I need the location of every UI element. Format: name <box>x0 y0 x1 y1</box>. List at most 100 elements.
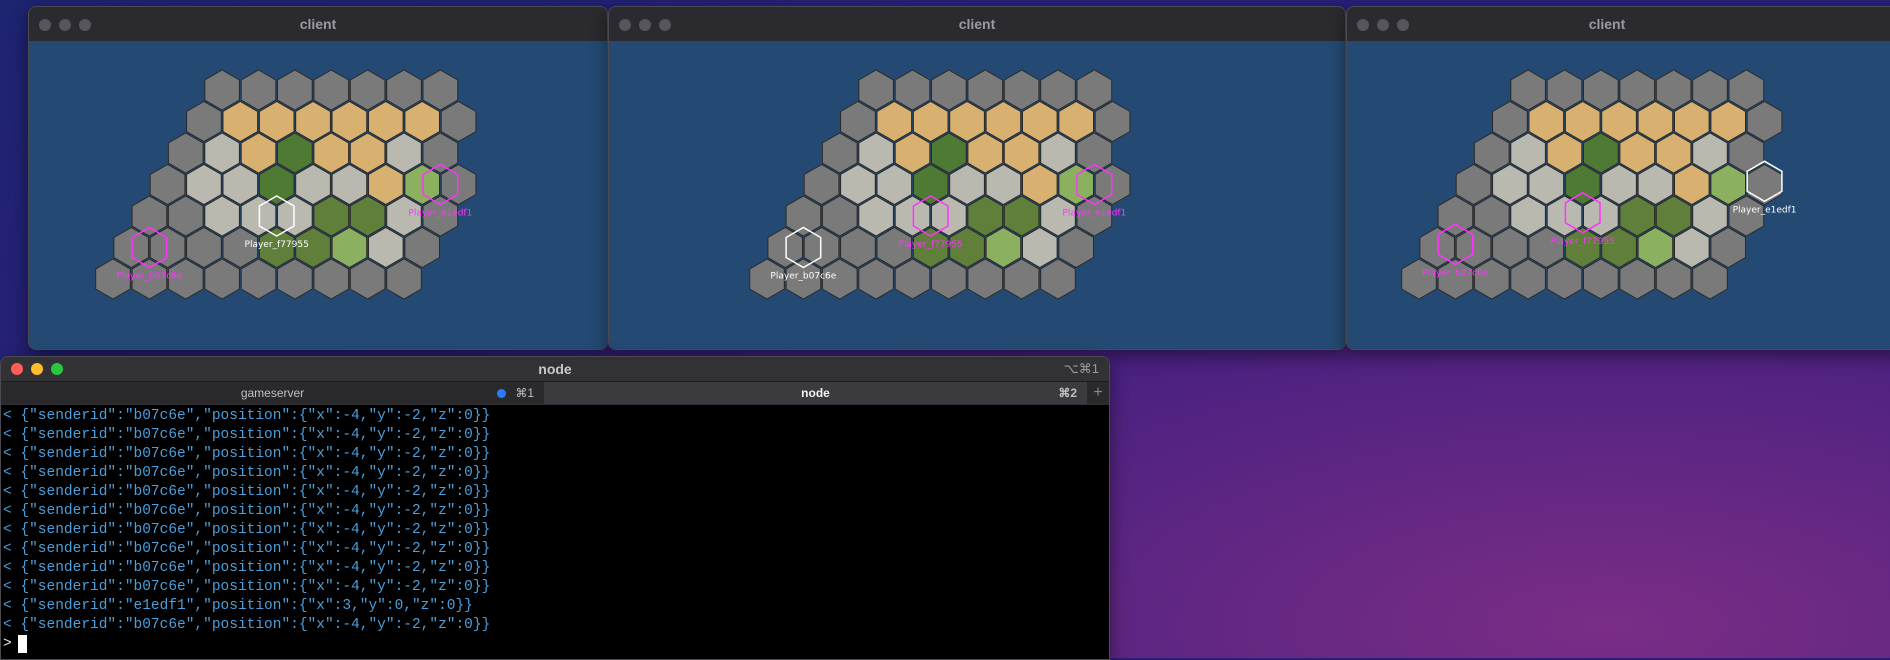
hex-tile[interactable] <box>1546 258 1583 300</box>
hex-tile[interactable] <box>258 100 295 143</box>
hex-tile[interactable] <box>1094 100 1131 143</box>
hex-map-view[interactable]: Player_e1edf1 Player_f77955 Player_b07c6e <box>29 41 607 349</box>
hex-tile[interactable] <box>1546 132 1583 174</box>
hex-map-view[interactable]: Player_e1edf1 Player_f77955 Player_b07c6e <box>1347 41 1890 349</box>
hex-tile[interactable] <box>1728 195 1765 237</box>
close-button[interactable] <box>1357 19 1369 31</box>
hex-tile[interactable] <box>1637 100 1674 143</box>
hex-tile[interactable] <box>985 100 1022 143</box>
hex-tile[interactable] <box>331 163 368 206</box>
hex-tile[interactable] <box>240 195 277 237</box>
hex-tile[interactable] <box>204 69 240 111</box>
terminal-output[interactable]: < {"senderid":"b07c6e","position":{"x":-… <box>1 405 1109 659</box>
hex-tile[interactable] <box>349 258 386 300</box>
hex-tile[interactable] <box>876 163 913 206</box>
hex-tile[interactable] <box>422 132 459 174</box>
hex-tile[interactable] <box>204 258 240 300</box>
hex-tile[interactable] <box>1003 69 1040 111</box>
hex-tile[interactable] <box>386 132 422 174</box>
hex-tile[interactable] <box>1003 258 1040 300</box>
hex-tile[interactable] <box>1003 195 1040 237</box>
hex-tile[interactable] <box>1728 69 1765 111</box>
hex-tile[interactable] <box>349 132 386 174</box>
hex-tile[interactable] <box>313 132 350 174</box>
hex-tile[interactable] <box>1076 132 1113 174</box>
hex-tile[interactable] <box>1619 69 1656 111</box>
hex-tile[interactable] <box>803 163 840 206</box>
hex-tile[interactable] <box>858 258 894 300</box>
hex-tile[interactable] <box>967 132 1004 174</box>
hex-tile[interactable] <box>440 100 477 143</box>
hex-tile[interactable] <box>1546 69 1583 111</box>
hex-tile[interactable] <box>149 163 186 206</box>
close-button[interactable] <box>39 19 51 31</box>
hex-tile[interactable] <box>404 163 440 206</box>
hex-tile[interactable] <box>840 226 876 269</box>
hex-tile[interactable] <box>1637 226 1674 269</box>
hex-tile[interactable] <box>912 163 949 206</box>
hex-tile[interactable] <box>1040 69 1076 111</box>
hex-tile[interactable] <box>1040 132 1076 174</box>
client-window-1[interactable]: client Player_e1edf1 Player_f77955 Player_… <box>28 6 608 350</box>
hex-tile[interactable] <box>240 132 277 174</box>
hex-tile[interactable] <box>1583 258 1619 300</box>
hex-tile[interactable] <box>313 195 350 237</box>
hex-tile[interactable] <box>1492 226 1528 269</box>
hex-tile[interactable] <box>985 163 1022 206</box>
hex-tile[interactable] <box>894 132 931 174</box>
minimize-button[interactable] <box>59 19 71 31</box>
close-button[interactable] <box>619 19 631 31</box>
hex-tile[interactable] <box>803 226 840 269</box>
hex-tile[interactable] <box>931 132 967 174</box>
hex-tile[interactable] <box>1040 258 1076 300</box>
tab-gameserver[interactable]: gameserver ⌘1 <box>1 382 544 404</box>
hex-tile[interactable] <box>1022 100 1058 143</box>
terminal-titlebar[interactable]: node ⌥⌘1 <box>1 357 1109 381</box>
hex-tile[interactable] <box>1637 163 1674 206</box>
hex-tile[interactable] <box>149 226 186 269</box>
hex-tile[interactable] <box>1528 226 1565 269</box>
hex-tile[interactable] <box>313 69 350 111</box>
tab-node[interactable]: node ⌘2 <box>544 382 1087 404</box>
hex-tile[interactable] <box>985 226 1022 269</box>
hex-tile[interactable] <box>1692 69 1728 111</box>
zoom-button[interactable] <box>1397 19 1409 31</box>
hex-tile[interactable] <box>1510 258 1546 300</box>
new-tab-plus-icon[interactable]: + <box>1087 382 1109 404</box>
hex-tile[interactable] <box>222 163 259 206</box>
hex-tile[interactable] <box>1473 258 1510 300</box>
hex-tile[interactable] <box>1692 132 1728 174</box>
hex-tile[interactable] <box>368 163 404 206</box>
hex-tile[interactable] <box>858 195 894 237</box>
client-window-2-titlebar[interactable]: client <box>609 7 1345 41</box>
hex-tile[interactable] <box>1437 195 1474 237</box>
hex-tile[interactable] <box>1058 163 1094 206</box>
hex-tile[interactable] <box>1728 132 1765 174</box>
hex-tile[interactable] <box>894 195 931 237</box>
hex-tile[interactable] <box>1710 226 1746 269</box>
hex-tile[interactable] <box>1619 132 1656 174</box>
hex-tile[interactable] <box>1022 226 1058 269</box>
hex-tile[interactable] <box>331 100 368 143</box>
hex-tile[interactable] <box>349 195 386 237</box>
hex-tile[interactable] <box>422 69 459 111</box>
hex-tile[interactable] <box>931 195 967 237</box>
hex-tile[interactable] <box>186 163 222 206</box>
hex-tile[interactable] <box>1601 100 1637 143</box>
hex-tile[interactable] <box>1674 100 1710 143</box>
hex-tile[interactable] <box>1473 132 1510 174</box>
hex-tile[interactable] <box>186 100 222 143</box>
client-window-3-titlebar[interactable]: client <box>1347 7 1890 41</box>
hex-tile[interactable] <box>785 195 822 237</box>
hex-tile[interactable] <box>876 100 913 143</box>
hex-tile[interactable] <box>440 163 477 206</box>
hex-tile[interactable] <box>277 258 313 300</box>
hex-tile[interactable] <box>331 226 368 269</box>
hex-tile[interactable] <box>368 100 404 143</box>
hex-tile[interactable] <box>131 195 168 237</box>
hex-tile[interactable] <box>386 258 422 300</box>
hex-tile[interactable] <box>1401 258 1437 300</box>
hex-tile[interactable] <box>1655 258 1692 300</box>
hex-tile[interactable] <box>858 69 894 111</box>
hex-tile[interactable] <box>1674 163 1710 206</box>
